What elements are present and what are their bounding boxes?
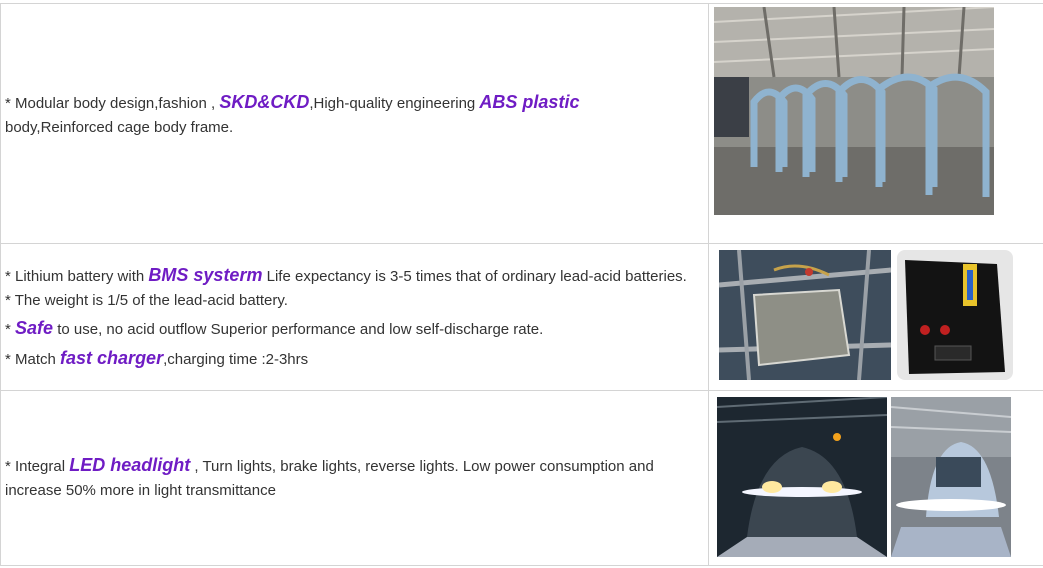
feature-text-cell: * Lithium battery with BMS systerm Life … [0, 243, 709, 391]
feature-line: * Modular body design,fashion , SKD&CKD,… [5, 91, 580, 136]
highlight-term: Safe [15, 317, 54, 338]
feature-line: * Match fast charger,charging time :2-3h… [5, 347, 309, 368]
highlight-term: BMS systerm [148, 264, 263, 285]
feature-line: * Lithium battery with BMS systerm Life … [5, 264, 687, 285]
feature-row-body: * Modular body design,fashion , SKD&CKD,… [0, 3, 1043, 244]
highlight-term: LED headlight [69, 455, 191, 475]
feature-row-battery: * Lithium battery with BMS systerm Life … [0, 243, 1043, 391]
highlight-term: ABS plastic [479, 91, 580, 112]
highlight-term: fast charger [60, 347, 164, 368]
feature-image-cell [708, 243, 1043, 391]
feature-line: * The weight is 1/5 of the lead-acid bat… [5, 291, 288, 309]
lithium-battery-box-photo [897, 250, 1013, 380]
factory-body-frames-photo [714, 7, 994, 215]
highlight-term: SKD&CKD [219, 91, 310, 112]
feature-line: * Integral LED headlight , Turn lights, … [5, 455, 654, 499]
feature-row-headlight: * Integral LED headlight , Turn lights, … [0, 390, 1043, 566]
feature-table: * Modular body design,fashion , SKD&CKD,… [0, 3, 1043, 566]
feature-text-cell: * Modular body design,fashion , SKD&CKD,… [0, 3, 709, 244]
feature-image-cell [708, 3, 1043, 244]
feature-text-cell: * Integral LED headlight , Turn lights, … [0, 390, 709, 566]
led-headlight-side-photo [891, 397, 1011, 557]
battery-pack-installed-photo [719, 250, 891, 380]
feature-image-cell [708, 390, 1043, 566]
led-headlight-front-photo [717, 397, 887, 557]
feature-line: * Safe to use, no acid outflow Superior … [5, 317, 544, 338]
